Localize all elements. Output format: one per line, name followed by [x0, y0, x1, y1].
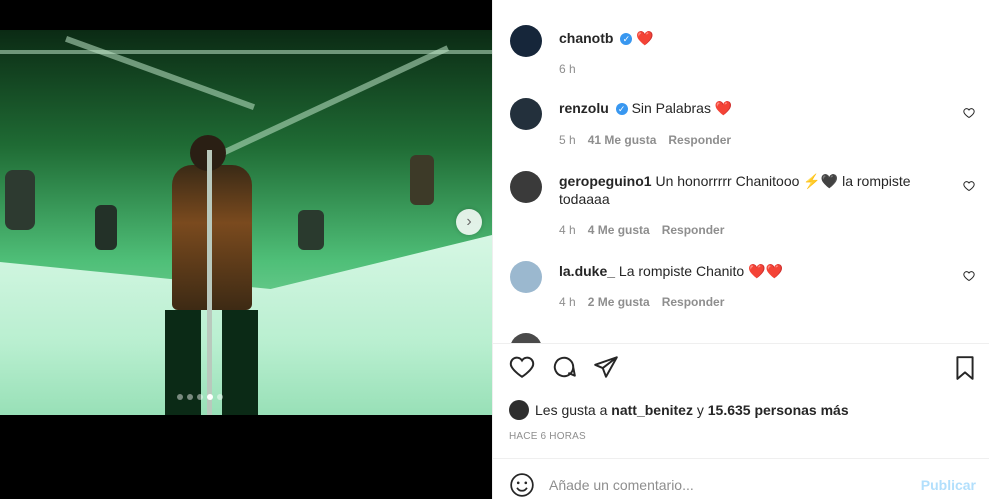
reply-button[interactable]: Responder — [668, 133, 731, 147]
author-avatar[interactable] — [510, 25, 542, 57]
comment-row-partial — [510, 333, 975, 343]
likes-count[interactable]: 15.635 personas más — [708, 402, 849, 418]
carousel-dot — [217, 394, 223, 400]
commenter-username[interactable]: renzolu — [559, 100, 609, 116]
add-comment-bar: Publicar — [493, 466, 989, 499]
carousel-dot — [187, 394, 193, 400]
comment-emoji: ❤️❤️ — [748, 263, 783, 279]
comment-time[interactable]: 4 h — [559, 223, 576, 237]
divider — [493, 458, 989, 459]
carousel-dot — [197, 394, 203, 400]
comments-list[interactable]: chanotb ✓ ❤️ 6 h renzolu ✓ Sin Palabras … — [493, 0, 989, 343]
post-details-panel: chanotb ✓ ❤️ 6 h renzolu ✓ Sin Palabras … — [492, 0, 989, 499]
liker-username[interactable]: natt_benitez — [611, 402, 693, 418]
carousel-dot-active — [207, 394, 213, 400]
comment-text: La rompiste Chanito — [618, 263, 745, 279]
carousel-dots — [177, 394, 223, 400]
chevron-right-icon: › — [466, 213, 472, 230]
divider — [493, 343, 989, 344]
comment-row: geropeguino1 Un honorrrrr Chanitooo ⚡🖤 l… — [510, 171, 975, 246]
likes-mid: y — [696, 402, 704, 418]
comment-input[interactable] — [549, 472, 909, 498]
comment-likes[interactable]: 2 Me gusta — [588, 295, 650, 309]
post-actions — [509, 354, 619, 380]
comment-row: renzolu ✓ Sin Palabras ❤️ 5 h 41 Me gust… — [510, 98, 975, 158]
carousel-dot — [177, 394, 183, 400]
commenter-avatar[interactable] — [510, 261, 542, 293]
heart-emoji: ❤️ — [636, 30, 654, 46]
post-timestamp[interactable]: HACE 6 HORAS — [509, 431, 586, 442]
comment-time[interactable]: 5 h — [559, 133, 576, 147]
reply-button[interactable]: Responder — [662, 223, 725, 237]
caption-time[interactable]: 6 h — [559, 62, 576, 76]
like-comment-heart-icon[interactable] — [963, 180, 975, 192]
like-comment-heart-icon[interactable] — [963, 107, 975, 119]
post-media: › — [0, 0, 492, 499]
comment-emoji: ❤️ — [714, 100, 733, 116]
comment-bubble-icon[interactable] — [551, 354, 577, 380]
commenter-username[interactable]: geropeguino1 — [559, 173, 652, 189]
commenter-avatar[interactable] — [510, 98, 542, 130]
comment-likes[interactable]: 41 Me gusta — [588, 133, 657, 147]
author-username[interactable]: chanotb — [559, 30, 613, 46]
likes-summary: Les gusta a natt_benitez y 15.635 person… — [509, 400, 849, 420]
next-photo-button[interactable]: › — [456, 209, 482, 235]
like-heart-icon[interactable] — [509, 354, 535, 380]
share-paper-plane-icon[interactable] — [593, 354, 619, 380]
comment-time[interactable]: 4 h — [559, 295, 576, 309]
comment-emoji: ⚡🖤 — [803, 173, 839, 189]
reply-button[interactable]: Responder — [662, 295, 725, 309]
commenter-username[interactable]: la.duke_ — [559, 263, 615, 279]
emoji-smiley-icon[interactable] — [509, 472, 535, 498]
concert-photo — [0, 30, 492, 415]
caption-row: chanotb ✓ ❤️ 6 h — [510, 25, 975, 85]
like-comment-heart-icon[interactable] — [963, 270, 975, 282]
instagram-post-view: › chanotb ✓ ❤️ 6 h renzolu ✓ Sin Palabra… — [0, 0, 989, 499]
publish-button[interactable]: Publicar — [921, 477, 976, 493]
comment-likes[interactable]: 4 Me gusta — [588, 223, 650, 237]
comment-row: la.duke_ La rompiste Chanito ❤️❤️ 4 h 2 … — [510, 261, 975, 321]
liker-avatar[interactable] — [509, 400, 529, 420]
commenter-avatar[interactable] — [510, 333, 542, 343]
verified-badge-icon: ✓ — [620, 33, 633, 46]
comment-text: Un honorrrrr Chanitooo — [655, 173, 800, 189]
commenter-avatar[interactable] — [510, 171, 542, 203]
likes-prefix: Les gusta a — [535, 402, 608, 418]
verified-badge-icon: ✓ — [615, 103, 628, 116]
save-bookmark-icon[interactable] — [952, 355, 978, 381]
comment-text: Sin Palabras — [631, 100, 711, 116]
